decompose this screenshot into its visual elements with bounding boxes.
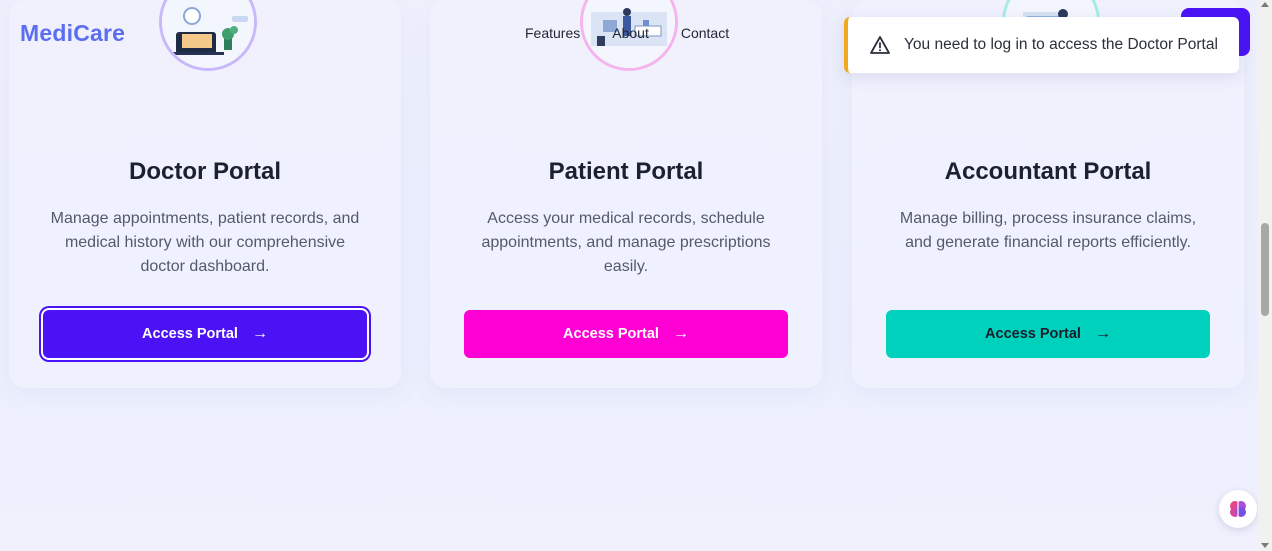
doctor-portal-description: Manage appointments, patient records, an… [50,210,360,275]
patient-access-portal-button[interactable]: Access Portal → [464,310,788,358]
page: Doctor Portal Manage appointments, patie… [0,0,1258,551]
button-label: Access Portal [142,326,238,342]
patient-portal-title: Patient Portal [548,158,704,185]
nav-features[interactable]: Features [525,25,580,41]
patient-portal-card: Patient Portal Access your medical recor… [430,0,822,388]
login-required-toast: You need to log in to access the Doctor … [844,17,1239,73]
scrollbar-thumb[interactable] [1261,223,1269,316]
assistant-widget-button[interactable] [1219,490,1257,528]
main-nav: Features About Contact [525,25,729,41]
arrow-right-icon: → [672,325,689,342]
toast-message: You need to log in to access the Doctor … [904,36,1218,53]
accountant-portal-title: Accountant Portal [944,158,1152,185]
arrow-right-icon: → [251,325,268,342]
warning-icon [870,36,890,54]
doctor-access-portal-button[interactable]: Access Portal → [43,310,367,358]
doctor-illustration [159,0,257,71]
nav-contact[interactable]: Contact [681,25,729,41]
arrow-right-icon: → [1094,325,1111,342]
button-label: Access Portal [563,326,659,342]
vertical-scrollbar[interactable] [1258,0,1272,551]
scroll-up-arrow-icon[interactable] [1261,2,1269,7]
accountant-portal-description: Manage billing, process insurance claims… [899,210,1197,251]
brain-icon [1230,501,1246,517]
logo[interactable]: MediCare [20,20,125,47]
doctor-portal-title: Doctor Portal [128,158,281,185]
accountant-access-portal-button[interactable]: Access Portal → [886,310,1210,358]
patient-portal-description: Access your medical records, schedule ap… [481,210,771,275]
doctor-portal-card: Doctor Portal Manage appointments, patie… [9,0,401,388]
scroll-down-arrow-icon[interactable] [1261,543,1269,548]
nav-about[interactable]: About [612,25,649,41]
button-label: Access Portal [985,326,1081,342]
